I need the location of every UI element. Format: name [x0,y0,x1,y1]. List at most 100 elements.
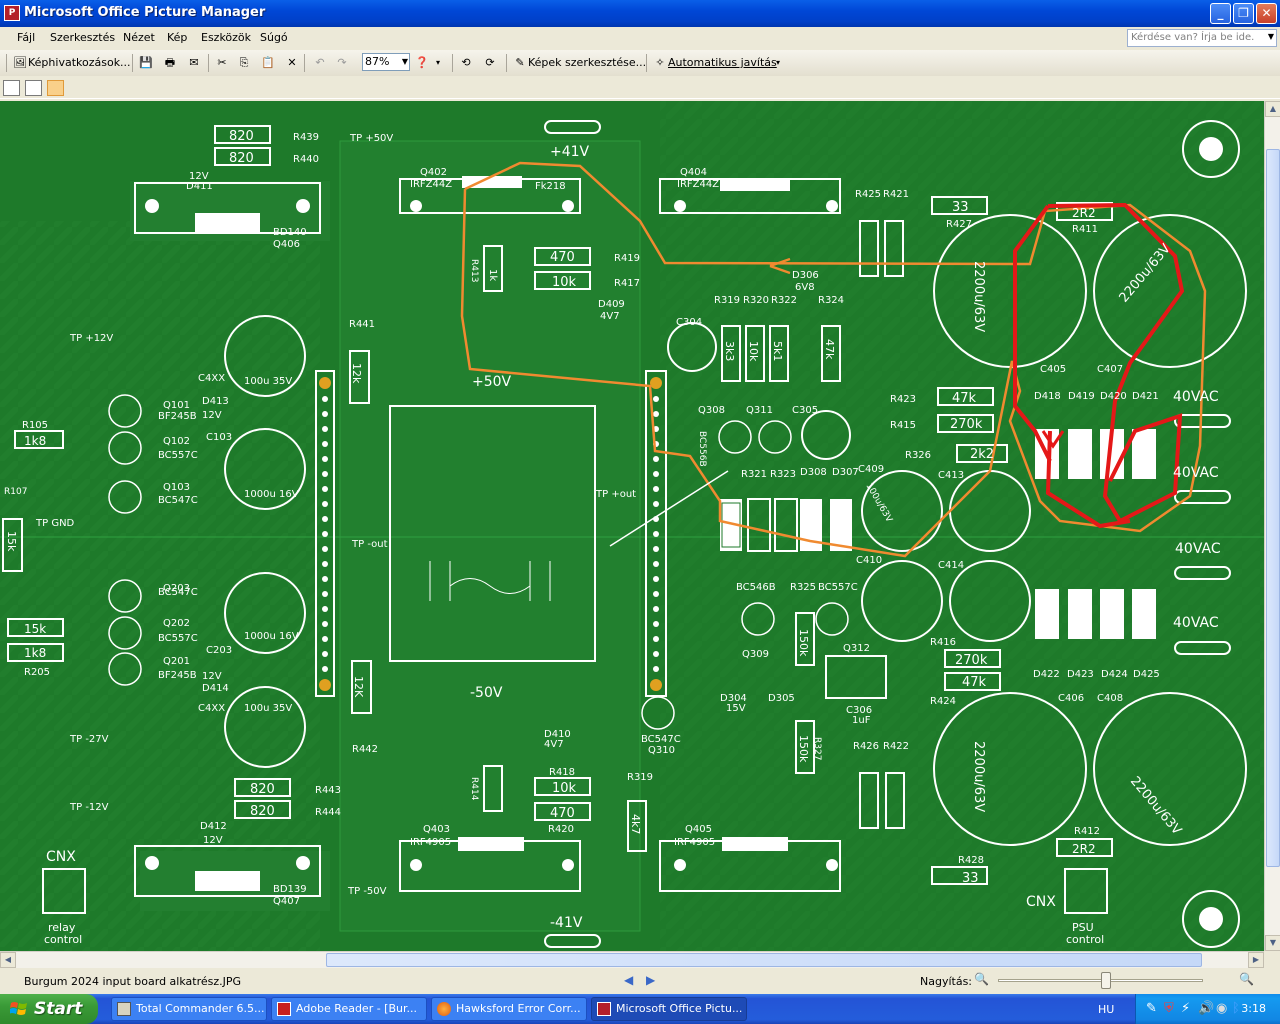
close-button[interactable]: ✕ [1256,3,1277,24]
redo-icon: ↷ [337,56,347,69]
pcb-label-v12k: 12k [350,363,363,384]
task-firefox[interactable]: Hawksford Error Corr... [431,997,587,1021]
pcb-label-v150kb: 150k [797,735,810,763]
pcb-label-r325: R325 [790,582,816,593]
zoom-select[interactable]: 87% ▼ [362,53,410,71]
pcb-pad [322,516,328,522]
scroll-left-icon[interactable]: ◀ [0,952,16,968]
email-button[interactable]: ✉ [186,54,202,72]
edit-pictures-button[interactable]: ✎ Képek szerkesztése... [512,54,646,72]
zoom-in-icon[interactable]: 🔍 [1239,972,1254,986]
menu-view[interactable]: Nézet [123,31,155,44]
undo-icon: ↶ [315,56,325,69]
language-indicator[interactable]: HU [1098,1003,1114,1016]
pcb-label-vac2: 40VAC [1173,465,1219,481]
pcb-label-v3k3: 3k3 [723,341,736,361]
pcb-label-v47kb: 47k [962,675,987,690]
pcb-label-vac4: 40VAC [1173,615,1219,631]
chevron-down-icon[interactable]: ▼ [402,54,408,70]
previous-picture-icon[interactable]: ◀ [624,973,633,987]
task-total-commander[interactable]: Total Commander 6.5... [111,997,267,1021]
pcb-label-v470b: 470 [550,806,575,821]
chevron-down-icon[interactable]: ▼ [1268,32,1274,41]
pcb-label-c304: C304 [676,317,702,328]
minimize-button[interactable]: _ [1210,3,1231,24]
paste-icon: 📋 [261,56,275,69]
pcb-pad [322,636,328,642]
toolbar2-options[interactable]: ▾ [776,54,780,72]
network-icon[interactable]: ✎ [1146,1001,1157,1016]
paste-button[interactable]: 📋 [260,54,276,72]
menu-edit[interactable]: Szerkesztés [50,31,115,44]
pcb-label-c405: C405 [1040,364,1066,375]
menu-bar: Fájl Szerkesztés Nézet Kép Eszközök Súgó [0,27,1280,49]
security-icon[interactable]: ⛨ [1164,1001,1174,1016]
scroll-down-icon[interactable]: ▼ [1265,935,1280,951]
zoom-out-icon[interactable]: 🔍 [974,972,989,986]
horizontal-scrollbar[interactable]: ◀ ▶ [0,951,1264,968]
help-button[interactable]: ❓ [414,54,430,72]
pcb-label-v10kc: 10k [747,341,760,362]
print-button[interactable]: 🖶 [162,54,178,72]
pcb-pad [322,561,328,567]
next-picture-icon[interactable]: ▶ [646,973,655,987]
single-picture-view-button[interactable] [47,80,64,96]
pcb-label-bc556b: BC556B [697,431,707,467]
pcb-label-v1k: 1k [487,269,498,281]
delete-button[interactable]: ✕ [284,54,300,72]
pcb-label-r414: R414 [469,777,479,801]
menu-tools[interactable]: Eszközök [201,31,251,44]
copy-button[interactable]: ⎘ [236,54,252,72]
usb-icon[interactable]: ⚡ [1181,1001,1190,1016]
pcb-label-c2200c: 2200u/63V [971,741,986,812]
scroll-up-icon[interactable]: ▲ [1265,101,1280,117]
shortcuts-button[interactable]: 🖼Képhivatkozások... [12,54,131,72]
display-icon[interactable]: ◉ [1216,1001,1227,1016]
pcb-label-d305: D305 [768,693,795,704]
volume-icon[interactable]: 🔊 [1198,1001,1214,1016]
auto-correct-button[interactable]: ✧ Automatikus javítás [652,54,776,72]
filmstrip-view-button[interactable] [25,80,42,96]
pcb-label-r322: R322 [771,295,797,306]
maximize-button[interactable]: ❐ [1233,3,1254,24]
horizontal-scroll-thumb[interactable] [326,953,1202,967]
cut-button[interactable]: ✂ [214,54,230,72]
toolbar-options[interactable]: ▾ [436,54,440,72]
total-commander-icon [117,1002,131,1016]
rotate-left-button[interactable]: ⟲ [458,54,474,72]
task-adobe-reader[interactable]: Adobe Reader - [Bur... [271,997,427,1021]
thumbnail-view-button[interactable] [3,80,20,96]
vertical-scroll-thumb[interactable] [1266,149,1280,867]
start-button[interactable]: Start [0,994,98,1024]
task-picture-manager[interactable]: Microsoft Office Pictu... [591,997,747,1021]
pcb-label-c1000ub: 1000u 16V [244,631,299,642]
pcb-label-d420: D420 [1100,391,1127,402]
zoom-slider-thumb[interactable] [1101,972,1111,989]
bluetooth-icon[interactable]: ᛒ [1232,1001,1240,1016]
vertical-scrollbar[interactable]: ▲ ▼ [1264,101,1280,951]
standard-toolbar: 🖼Képhivatkozások... 💾 🖶 ✉ ✂ ⎘ 📋 ✕ ↶ ↷ ❓ … [0,50,1280,76]
picture-canvas[interactable]: +41V -41V +50V -50V 40VAC 40VAC 40VAC 40VAC CNX C… [0,101,1264,951]
pcb-label-bc557c: BC557C [818,582,858,593]
menu-picture[interactable]: Kép [167,31,187,44]
pcb-label-c414: C414 [938,560,964,571]
menu-file[interactable]: Fájl [17,31,35,44]
redo-button[interactable]: ↷ [334,54,350,72]
auto-correct-icon: ✧ [655,56,665,69]
undo-button[interactable]: ↶ [312,54,328,72]
pcb-label-v470a: 470 [550,250,575,265]
rotate-right-button[interactable]: ⟳ [482,54,498,72]
pcb-label-q404: Q404 [680,167,707,178]
pcb-label-cnx1: CNX [46,849,76,865]
pcb-label-r323: R323 [770,469,796,480]
pcb-label-c103: C103 [206,432,232,443]
pcb-label-d425: D425 [1133,669,1160,680]
save-button[interactable]: 💾 [138,54,154,72]
pcb-label-r319: R319 [714,295,740,306]
pcb-label-q201: Q201 [163,656,190,667]
help-search-input[interactable]: Kérdése van? Írja be ide. ▼ [1127,29,1277,47]
scroll-right-icon[interactable]: ▶ [1248,952,1264,968]
pcb-label-p50: +50V [472,374,512,390]
pcb-pad [653,621,659,627]
menu-help[interactable]: Súgó [260,31,288,44]
